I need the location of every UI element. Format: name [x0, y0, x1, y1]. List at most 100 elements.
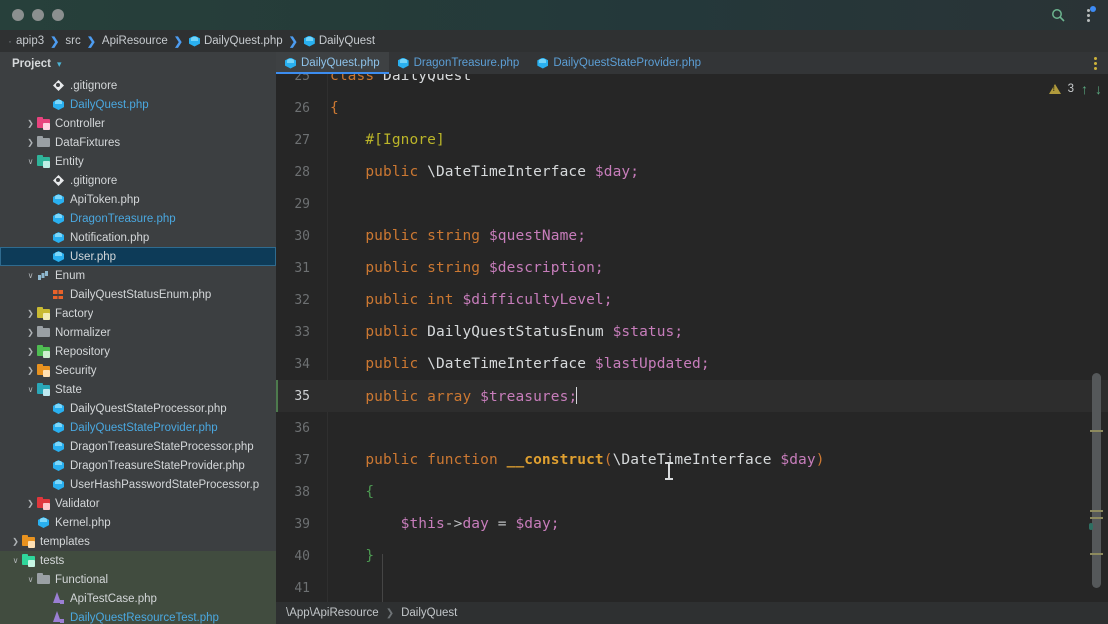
- code-lines[interactable]: 25 class DailyQuest 26{27 #[Ignore] 28 publ…: [276, 74, 1108, 602]
- code-line-39[interactable]: 39 $this->day = $day;: [276, 508, 1108, 540]
- chevron-down-icon[interactable]: ∨: [10, 556, 21, 565]
- code-line-32[interactable]: 32 public int $difficultyLevel;: [276, 284, 1108, 316]
- scrollbar-thumb[interactable]: [1092, 373, 1101, 588]
- chevron-right-icon[interactable]: ❯: [25, 347, 36, 356]
- code-line-text[interactable]: public int $difficultyLevel;: [320, 292, 1108, 308]
- tree-item-userhashpasswordstateprocessor-p[interactable]: UserHashPasswordStateProcessor.p: [0, 475, 276, 494]
- chevron-down-icon[interactable]: ∨: [25, 157, 36, 166]
- tree-item-datafixtures[interactable]: ❯ DataFixtures: [0, 133, 276, 152]
- chevron-right-icon[interactable]: ❯: [25, 328, 36, 337]
- tree-item-security[interactable]: ❯ Security: [0, 361, 276, 380]
- code-line-30[interactable]: 30 public string $questName;: [276, 220, 1108, 252]
- chevron-right-icon[interactable]: ❯: [25, 366, 36, 375]
- maximize-window-button[interactable]: [52, 9, 64, 21]
- chevron-right-icon[interactable]: ❯: [25, 309, 36, 318]
- arrow-down-icon[interactable]: ↓: [1095, 82, 1102, 96]
- chevron-right-icon[interactable]: ❯: [25, 119, 36, 128]
- code-line-text[interactable]: }: [320, 548, 1108, 564]
- kebab-menu-icon[interactable]: [1082, 6, 1096, 23]
- code-line-37[interactable]: 37 public function __construct(\DateTime…: [276, 444, 1108, 476]
- tree-item-dailyquestresourcetest-php[interactable]: DailyQuestResourceTest.php: [0, 608, 276, 624]
- tree-item-dailyqueststateprocessor-php[interactable]: DailyQuestStateProcessor.php: [0, 399, 276, 418]
- code-line-text[interactable]: $this->day = $day;: [320, 516, 1108, 532]
- breadcrumb-item-dailyquest-php[interactable]: DailyQuest.php: [189, 35, 283, 47]
- tree-item-templates[interactable]: ❯ templates: [0, 532, 276, 551]
- status-symbol[interactable]: DailyQuest: [401, 607, 457, 619]
- breadcrumb-item-dailyquest-class[interactable]: DailyQuest: [304, 35, 375, 47]
- tree-item-tests[interactable]: ∨ tests: [0, 551, 276, 570]
- code-line-text[interactable]: #[Ignore]: [320, 132, 1108, 148]
- code-line-38[interactable]: 38 {: [276, 476, 1108, 508]
- tree-item-enum[interactable]: ∨ Enum: [0, 266, 276, 285]
- tree-item-dragontreasurestateprovider-php[interactable]: DragonTreasureStateProvider.php: [0, 456, 276, 475]
- tree-item-functional[interactable]: ∨ Functional: [0, 570, 276, 589]
- project-panel-header[interactable]: Project ▾: [0, 52, 276, 76]
- code-line-27[interactable]: 27 #[Ignore]: [276, 124, 1108, 156]
- tree-item--gitignore[interactable]: .gitignore: [0, 171, 276, 190]
- close-window-button[interactable]: [12, 9, 24, 21]
- tree-item-validator[interactable]: ❯ Validator: [0, 494, 276, 513]
- tree-item-factory[interactable]: ❯ Factory: [0, 304, 276, 323]
- chevron-right-icon[interactable]: ❯: [10, 537, 21, 546]
- code-line-35[interactable]: 35 public array $treasures;: [276, 380, 1108, 412]
- code-line-text[interactable]: public function __construct(\DateTimeInt…: [320, 452, 1108, 468]
- tree-item--gitignore[interactable]: .gitignore: [0, 76, 276, 95]
- tree-item-dailyqueststateprovider-php[interactable]: DailyQuestStateProvider.php: [0, 418, 276, 437]
- code-line-33[interactable]: 33 public DailyQuestStatusEnum $status;: [276, 316, 1108, 348]
- code-line-28[interactable]: 28 public \DateTimeInterface $day;: [276, 156, 1108, 188]
- chevron-down-icon[interactable]: ▾: [57, 59, 62, 69]
- chevron-right-icon[interactable]: ❯: [25, 499, 36, 508]
- code-line-40[interactable]: 40 }: [276, 540, 1108, 572]
- code-line-34[interactable]: 34 public \DateTimeInterface $lastUpdate…: [276, 348, 1108, 380]
- tree-item-apitestcase-php[interactable]: ApiTestCase.php: [0, 589, 276, 608]
- code-line-41[interactable]: 41: [276, 572, 1108, 602]
- editor-tab-dailyqueststateprovider-php[interactable]: DailyQuestStateProvider.php: [528, 52, 710, 74]
- chevron-down-icon[interactable]: ∨: [25, 575, 36, 584]
- tree-item-state[interactable]: ∨ State: [0, 380, 276, 399]
- code-line-31[interactable]: 31 public string $description;: [276, 252, 1108, 284]
- editor-tab-dragontreasure-php[interactable]: DragonTreasure.php: [389, 52, 529, 74]
- code-line-text[interactable]: public string $questName;: [320, 228, 1108, 244]
- code-line-text[interactable]: public DailyQuestStatusEnum $status;: [320, 324, 1108, 340]
- tree-item-apitoken-php[interactable]: ApiToken.php: [0, 190, 276, 209]
- chevron-down-icon[interactable]: ∨: [25, 385, 36, 394]
- project-tree[interactable]: .gitignore DailyQuest.php ❯ Controller ❯ Data…: [0, 76, 276, 624]
- code-line-text[interactable]: {: [320, 100, 1108, 116]
- tree-item-normalizer[interactable]: ❯ Normalizer: [0, 323, 276, 342]
- code-line-text[interactable]: public \DateTimeInterface $lastUpdated;: [320, 356, 1108, 372]
- tree-item-notification-php[interactable]: Notification.php: [0, 228, 276, 247]
- code-line-text[interactable]: public array $treasures;: [320, 387, 1108, 405]
- tree-item-dragontreasurestateprocessor-php[interactable]: DragonTreasureStateProcessor.php: [0, 437, 276, 456]
- tree-item-entity[interactable]: ∨ Entity: [0, 152, 276, 171]
- tree-item-dailyquest-php[interactable]: DailyQuest.php: [0, 95, 276, 114]
- search-icon[interactable]: [1051, 8, 1066, 23]
- chevron-right-icon[interactable]: ❯: [25, 138, 36, 147]
- editor-tab-dailyquest-php[interactable]: DailyQuest.php: [276, 52, 389, 74]
- breadcrumb-item-apiresource[interactable]: ApiResource: [102, 35, 168, 47]
- code-line-26[interactable]: 26 {: [276, 92, 1108, 124]
- chevron-down-icon[interactable]: ∨: [25, 271, 36, 280]
- window-traffic-lights[interactable]: [12, 9, 64, 21]
- code-line-25[interactable]: 25 class DailyQuest: [276, 74, 1108, 92]
- status-namespace[interactable]: \App\ApiResource: [286, 607, 379, 619]
- code-line-36[interactable]: 36: [276, 412, 1108, 444]
- code-line-text[interactable]: class DailyQuest: [320, 74, 1108, 84]
- breadcrumb-item-apip3[interactable]: apip3: [16, 35, 44, 47]
- tree-item-controller[interactable]: ❯ Controller: [0, 114, 276, 133]
- code-line-text[interactable]: {: [320, 484, 1108, 500]
- code-line-text[interactable]: public \DateTimeInterface $day;: [320, 164, 1108, 180]
- tree-item-kernel-php[interactable]: Kernel.php: [0, 513, 276, 532]
- arrow-up-icon[interactable]: ↑: [1081, 82, 1088, 96]
- tree-item-user-php[interactable]: User.php: [0, 247, 276, 266]
- inspection-widget[interactable]: 3 ↑ ↓: [1048, 82, 1102, 96]
- code-editor[interactable]: 25 class DailyQuest 26{27 #[Ignore] 28 publ…: [276, 74, 1108, 602]
- editor-tabbar[interactable]: DailyQuest.php DragonTreasure.php DailyQue…: [276, 52, 1108, 74]
- tabbar-overflow-menu[interactable]: [1084, 52, 1108, 74]
- tree-item-dragontreasure-php[interactable]: DragonTreasure.php: [0, 209, 276, 228]
- tree-item-dailyqueststatusenum-php[interactable]: DailyQuestStatusEnum.php: [0, 285, 276, 304]
- kebab-menu-icon[interactable]: [1094, 56, 1098, 70]
- tree-item-repository[interactable]: ❯ Repository: [0, 342, 276, 361]
- code-line-29[interactable]: 29: [276, 188, 1108, 220]
- code-line-text[interactable]: public string $description;: [320, 260, 1108, 276]
- editor-vertical-scrollbar[interactable]: [1088, 98, 1105, 602]
